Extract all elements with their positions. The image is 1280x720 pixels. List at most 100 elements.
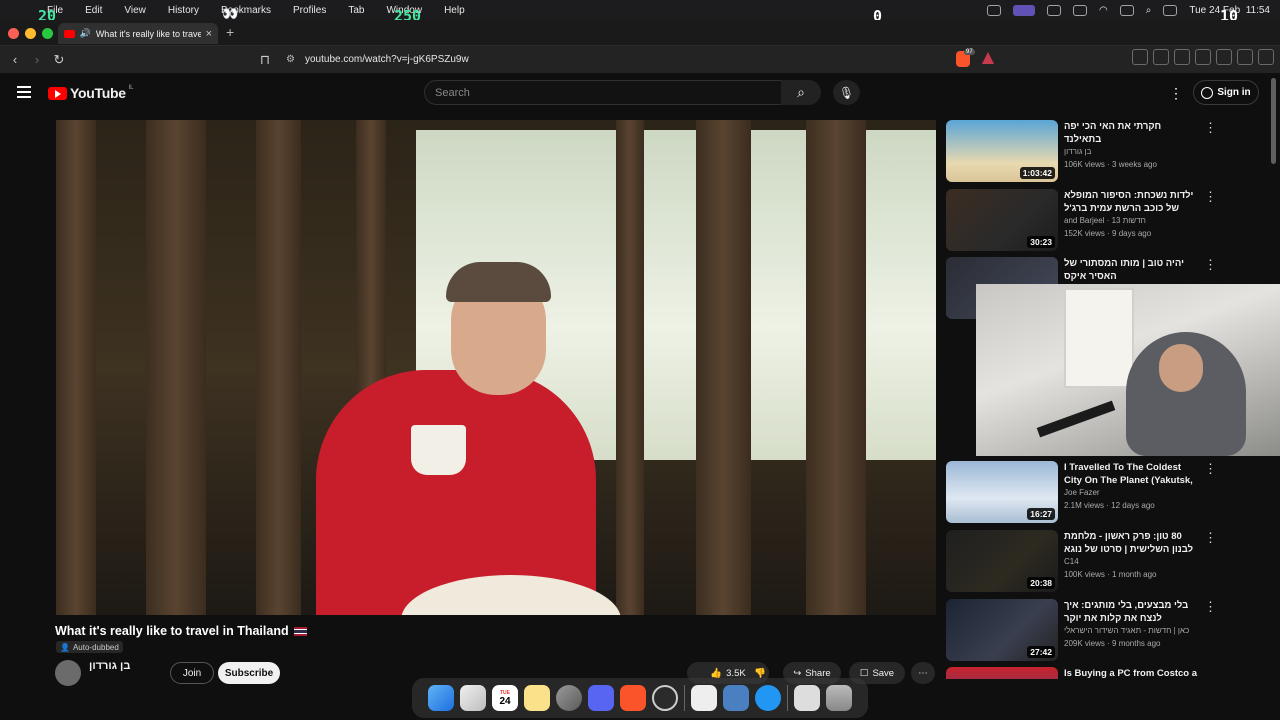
control-center-icon[interactable] [1163,4,1178,16]
brave-browser-icon[interactable] [620,685,646,711]
video-title[interactable]: Is Buying a PC from Costco a [1064,667,1198,679]
video-thumbnail[interactable]: 27:42 [946,599,1058,661]
obs-icon[interactable] [652,685,678,711]
discord-icon[interactable] [588,685,614,711]
channel-name[interactable]: C14 [1064,557,1079,566]
list-item[interactable]: 16:27 I Travelled To The Coldest City On… [946,459,1270,525]
media-icon[interactable] [1153,49,1169,65]
scrollbar-thumb[interactable] [1271,78,1276,164]
video-player[interactable] [56,120,936,615]
status-tool-icon[interactable] [1047,4,1062,16]
search-icon[interactable]: ⌕ [781,80,821,105]
menu-help[interactable]: Help [433,5,476,16]
menu-tab[interactable]: Tab [337,5,375,16]
status-close-icon[interactable] [1073,4,1088,16]
item-menu-icon[interactable]: ⋮ [1204,461,1217,477]
menu-edit[interactable]: Edit [74,5,113,16]
video-thumbnail[interactable]: 16:27 [946,461,1058,523]
channel-name[interactable]: בן גורדון [1064,147,1091,156]
video-title-text: What it's really like to travel in Thail… [55,624,289,638]
more-actions-icon[interactable]: ⋯ [911,662,935,684]
video-title[interactable]: 80 טון: פרק ראשון - מלחמת לבנון השלישית … [1064,530,1198,556]
country-code: IL [128,85,134,91]
hamburger-menu-icon[interactable] [17,86,31,98]
menu-view[interactable]: View [113,5,157,16]
sign-in-button[interactable]: Sign in [1193,80,1259,105]
video-title[interactable]: חקרתי את האי הכי יפה בתאילנד [1064,120,1198,146]
voice-search-icon[interactable]: 🎙 [833,80,860,105]
item-menu-icon[interactable]: ⋮ [1204,189,1217,205]
auto-dubbed-badge[interactable]: 👤 Auto-dubbed [56,641,123,653]
channel-name[interactable]: and Barjeel · 13 חדשות [1064,216,1146,225]
battery-icon[interactable] [1119,4,1134,16]
notes-icon[interactable] [524,685,550,711]
sidebar-toggle-icon[interactable] [1174,49,1190,65]
join-button[interactable]: Join [170,662,214,684]
channel-name[interactable]: בן גורדון [89,660,130,672]
video-thumbnail[interactable] [946,667,1058,679]
system-settings-icon[interactable] [556,685,582,711]
list-item[interactable]: 27:42 בלי מבצעים, בלי מותגים: איך לנצח א… [946,597,1270,663]
item-menu-icon[interactable]: ⋮ [1204,257,1217,273]
site-settings-icon[interactable]: ⚙ [286,54,295,65]
minimize-window-icon[interactable] [25,28,36,39]
video-title[interactable]: בלי מבצעים, בלי מותגים: איך לנצח את קלות… [1064,599,1198,625]
list-item[interactable]: 1:03:42 חקרתי את האי הכי יפה בתאילנד בן … [946,118,1270,184]
channel-name[interactable]: Joe Fazer [1064,488,1100,497]
settings-more-icon[interactable]: ⋮ [1169,85,1183,102]
video-scene-slat [696,120,751,615]
spotlight-icon[interactable]: ⌕ [1146,5,1152,16]
video-thumbnail[interactable]: 1:03:42 [946,120,1058,182]
vpn-icon[interactable] [1237,49,1253,65]
speaker-icon[interactable]: 🔊 [80,28,91,39]
downloads-folder-icon[interactable] [794,685,820,711]
video-title[interactable]: ילדות נשכחת: הסיפור המופלא של כוכב הרשת … [1064,189,1198,215]
menu-bookmarks[interactable]: Bookmarks [210,5,282,16]
list-item[interactable]: 20:38 80 טון: פרק ראשון - מלחמת לבנון הש… [946,528,1270,594]
status-pill-icon[interactable] [1013,4,1036,16]
address-bar[interactable]: ⚙ youtube.com/watch?v=j-gK6PSZu9w [254,49,1004,70]
video-title[interactable]: I Travelled To The Coldest City On The P… [1064,461,1198,487]
app-icon[interactable] [723,685,749,711]
browser-menu-icon[interactable] [1258,49,1274,65]
channel-name[interactable]: כאן | חדשות - תאגיד השידור הישראלי [1064,626,1189,635]
close-window-icon[interactable] [8,28,19,39]
reader-mode-icon[interactable] [1132,49,1148,65]
calendar-icon[interactable]: TUE 24 [492,685,518,711]
list-item[interactable]: Is Buying a PC from Costco a [946,665,1270,679]
item-menu-icon[interactable]: ⋮ [1204,530,1217,546]
list-item[interactable]: 30:23 ילדות נשכחת: הסיפור המופלא של כוכב… [946,187,1270,253]
document-icon[interactable] [691,685,717,711]
menu-history[interactable]: History [157,5,210,16]
wallet-icon[interactable] [1195,49,1211,65]
youtube-logo[interactable]: YouTube IL [48,85,133,101]
sign-in-label: Sign in [1217,87,1251,98]
video-title[interactable]: יהיה טוב | מותו המסתורי של האסיר איקס [1064,257,1198,283]
status-app-icon[interactable] [987,4,1002,16]
quicktime-icon[interactable] [755,685,781,711]
video-thumbnail[interactable]: 20:38 [946,530,1058,592]
finder-icon[interactable] [428,685,454,711]
video-thumbnail[interactable]: 30:23 [946,189,1058,251]
channel-row: בן גורדון Join Subscribe 👍 3.5K 👎 ↪ Shar… [55,658,935,686]
apple-menu-icon[interactable] [0,0,36,20]
reload-icon[interactable]: ↻ [48,49,70,71]
menu-profiles[interactable]: Profiles [282,5,337,16]
youtube-play-icon [48,86,67,100]
wifi-icon[interactable]: ◠ [1099,5,1108,16]
tab-youtube[interactable]: 🔊 What it's really like to travel × [58,23,218,44]
zoom-window-icon[interactable] [42,28,53,39]
leo-ai-icon[interactable] [1216,49,1232,65]
new-tab-icon[interactable]: + [226,24,234,40]
back-icon[interactable]: ‹ [4,49,26,71]
trash-icon[interactable] [826,685,852,711]
tab-close-icon[interactable]: × [206,28,212,40]
channel-avatar[interactable] [55,660,81,686]
forward-icon[interactable]: › [26,49,48,71]
launchpad-icon[interactable] [460,685,486,711]
macos-menubar: File Edit View History Bookmarks Profile… [0,0,1280,20]
item-menu-icon[interactable]: ⋮ [1204,120,1217,136]
search-input[interactable]: Search [424,80,782,105]
item-menu-icon[interactable]: ⋮ [1204,599,1217,615]
subscribe-button[interactable]: Subscribe [218,662,280,684]
